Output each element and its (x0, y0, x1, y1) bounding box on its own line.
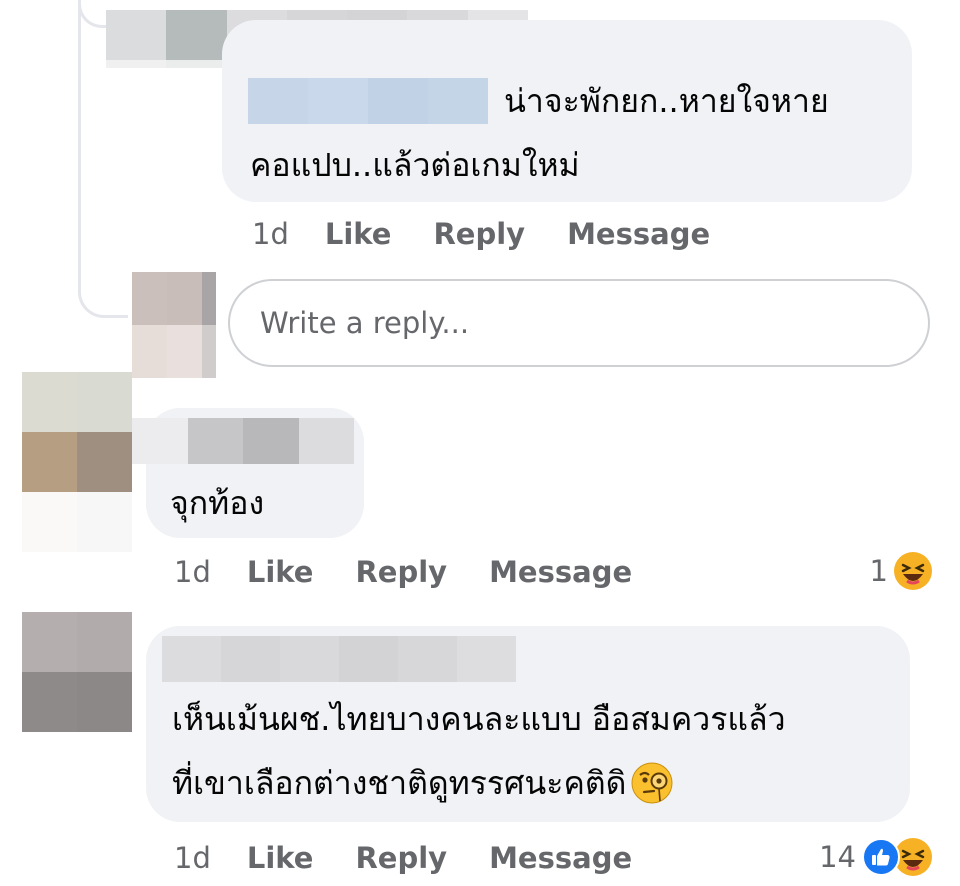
haha-icon (894, 552, 932, 590)
reply-input[interactable]: Write a reply... (228, 279, 930, 367)
blurred-commenter-name (162, 636, 516, 682)
reply-input-placeholder: Write a reply... (260, 306, 470, 340)
comment-actions: 1d Like Reply Message (252, 214, 752, 254)
message-button[interactable]: Message (567, 217, 710, 251)
comment-text: คอแปบ..แล้วต่อเกมใหม่ (250, 146, 580, 184)
monocle-face-icon (630, 761, 674, 805)
comment-timestamp[interactable]: 1d (174, 841, 211, 875)
comment-text: น่าจะพักยก..หายใจหาย (504, 82, 829, 120)
comment-bubble: เห็นเม้นผช.ไทยบางคนละแบบ อือสมควรแล้ว ที… (146, 626, 910, 822)
reply-button[interactable]: Reply (433, 217, 525, 251)
avatar (22, 612, 132, 732)
reaction-count: 14 (819, 840, 856, 874)
reaction-summary[interactable]: 14 (819, 836, 932, 878)
reaction-count: 1 (869, 554, 888, 588)
reaction-summary[interactable]: 1 (870, 550, 932, 592)
message-button[interactable]: Message (489, 555, 632, 589)
like-button[interactable]: Like (325, 217, 392, 251)
blurred-commenter-name (248, 78, 488, 124)
reply-button[interactable]: Reply (355, 841, 447, 875)
comment-text: จุกท้อง (170, 484, 265, 522)
like-button[interactable]: Like (247, 841, 314, 875)
comment-actions: 1d Like Reply Message (174, 552, 674, 592)
like-icon (862, 838, 900, 876)
blurred-commenter-name (132, 418, 354, 464)
comment-timestamp[interactable]: 1d (174, 555, 211, 589)
comment-text: เห็นเม้นผช.ไทยบางคนละแบบ อือสมควรแล้ว (172, 700, 786, 738)
like-button[interactable]: Like (247, 555, 314, 589)
comment-timestamp[interactable]: 1d (252, 217, 289, 251)
avatar (22, 372, 132, 552)
comment-actions: 1d Like Reply Message (174, 838, 674, 878)
comment-bubble: น่าจะพักยก..หายใจหาย คอแปบ..แล้วต่อเกมให… (222, 20, 912, 202)
message-button[interactable]: Message (489, 841, 632, 875)
reply-button[interactable]: Reply (355, 555, 447, 589)
avatar (132, 272, 216, 378)
comment-text: ที่เขาเลือกต่างชาติดูทรรศนะคติดิ (172, 764, 627, 802)
